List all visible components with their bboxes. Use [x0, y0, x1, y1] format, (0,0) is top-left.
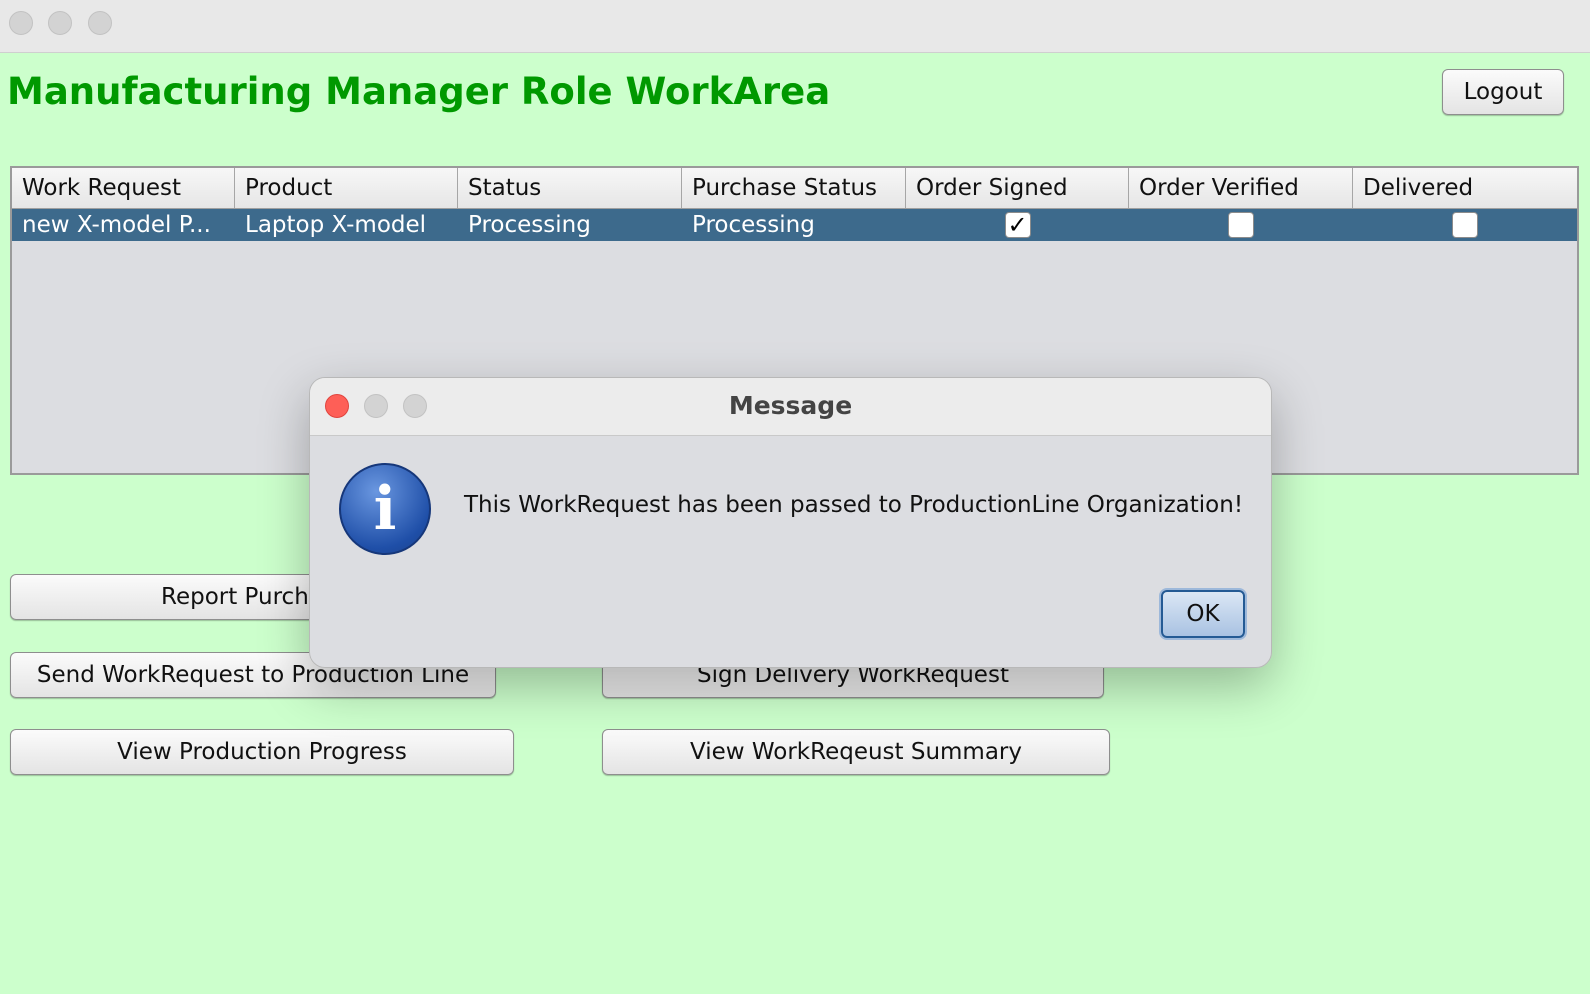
column-header-purchase-status[interactable]: Purchase Status [682, 168, 906, 208]
cell-purchase-status[interactable]: Processing [682, 209, 906, 241]
table-row[interactable]: new X-model P... Laptop X-model Processi… [12, 209, 1577, 241]
dialog-titlebar: Message [310, 378, 1271, 436]
column-header-status[interactable]: Status [458, 168, 682, 208]
app-window: Manufacturing Manager Role WorkArea Logo… [0, 0, 1590, 994]
info-icon-glyph: i [373, 474, 397, 544]
column-header-product[interactable]: Product [235, 168, 458, 208]
message-dialog: Message i This WorkRequest has been pass… [309, 377, 1272, 668]
order-verified-checkbox[interactable] [1228, 212, 1254, 238]
view-production-progress-button[interactable]: View Production Progress [10, 729, 514, 775]
ok-button[interactable]: OK [1161, 590, 1245, 638]
view-workrequest-summary-button[interactable]: View WorkReqeust Summary [602, 729, 1110, 775]
cell-order-verified [1129, 209, 1353, 241]
window-titlebar [0, 0, 1590, 53]
window-close-button[interactable] [9, 11, 33, 35]
cell-order-signed: ✓ [906, 209, 1129, 241]
info-icon: i [339, 463, 431, 555]
order-signed-checkbox[interactable]: ✓ [1004, 211, 1031, 239]
cell-work-request[interactable]: new X-model P... [12, 209, 235, 241]
logout-button[interactable]: Logout [1442, 69, 1564, 115]
cell-product[interactable]: Laptop X-model [235, 209, 458, 241]
cell-delivered [1353, 209, 1577, 241]
column-header-delivered[interactable]: Delivered [1353, 168, 1577, 208]
dialog-message: This WorkRequest has been passed to Prod… [464, 492, 1244, 518]
delivered-checkbox[interactable] [1452, 212, 1478, 238]
table-header: Work Request Product Status Purchase Sta… [12, 168, 1577, 209]
dialog-title: Message [728, 391, 853, 420]
column-header-order-verified[interactable]: Order Verified [1129, 168, 1353, 208]
cell-status[interactable]: Processing [458, 209, 682, 241]
window-zoom-button[interactable] [88, 11, 112, 35]
column-header-order-signed[interactable]: Order Signed [906, 168, 1129, 208]
window-minimize-button[interactable] [48, 11, 72, 35]
column-header-work-request[interactable]: Work Request [12, 168, 235, 208]
checkmark-icon: ✓ [1007, 211, 1028, 239]
page-title: Manufacturing Manager Role WorkArea [7, 70, 831, 113]
